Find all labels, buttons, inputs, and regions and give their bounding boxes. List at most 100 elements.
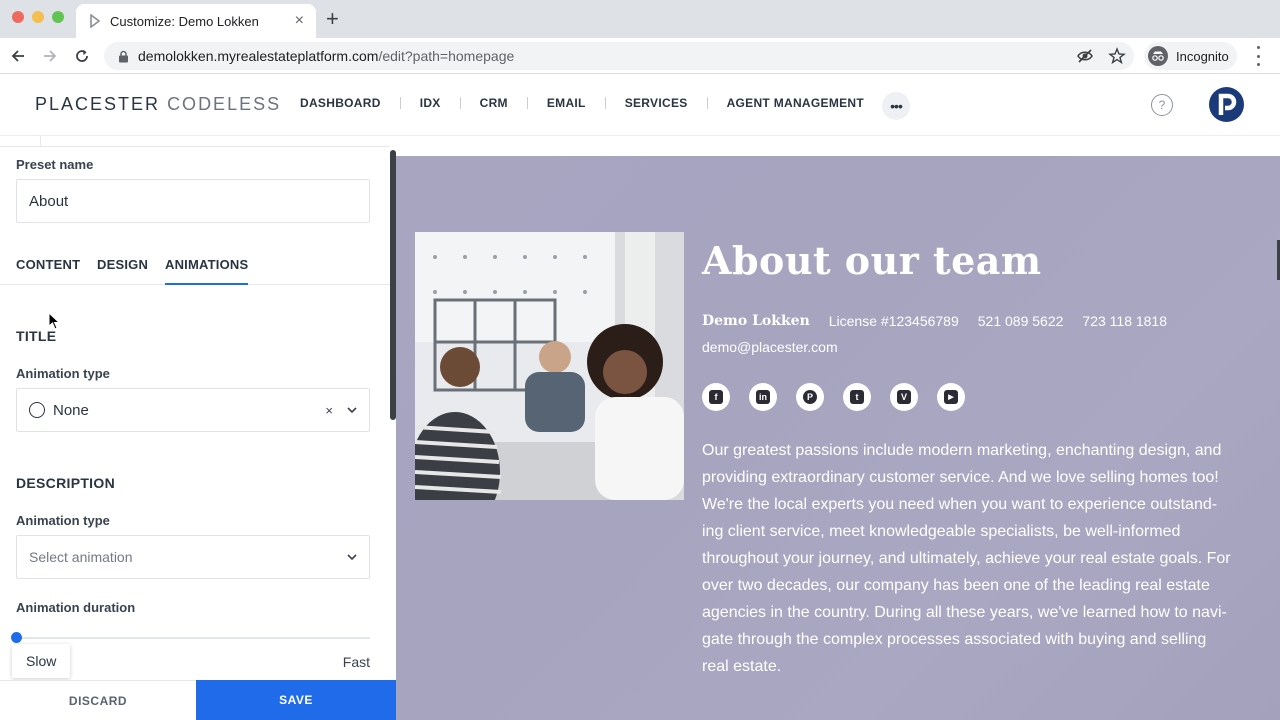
url-host: demolokken.myrealestateplatform.com: [138, 48, 379, 64]
tab-design[interactable]: DESIGN: [97, 257, 148, 272]
incognito-badge[interactable]: Incognito: [1144, 42, 1237, 70]
pinterest-icon[interactable]: P: [796, 383, 824, 411]
avatar[interactable]: [1209, 87, 1244, 122]
browser-toolbar: demolokken.myrealestateplatform.com/edit…: [0, 38, 1280, 74]
linkedin-glyph: in: [756, 390, 770, 404]
twitter-icon[interactable]: t: [843, 383, 871, 411]
bio-line: real estate.: [702, 658, 782, 675]
phone-1[interactable]: 521 089 5622: [978, 313, 1064, 329]
title-animation-select[interactable]: None ×: [16, 388, 370, 432]
placester-favicon-icon: [88, 14, 102, 28]
description-animation-placeholder: Select animation: [29, 549, 133, 565]
about-description[interactable]: Our greatest passions include modern mar…: [702, 437, 1262, 680]
twitter-glyph: t: [850, 390, 864, 404]
team-photo: [415, 232, 684, 500]
about-title[interactable]: About our team: [702, 238, 1042, 283]
settings-panel: Preset name About CONTENT DESIGN ANIMATI…: [0, 136, 396, 720]
youtube-icon[interactable]: ▶: [937, 383, 965, 411]
preset-name-label: Preset name: [16, 157, 94, 172]
linkedin-icon[interactable]: in: [749, 383, 777, 411]
agent-email[interactable]: demo@placester.com: [702, 339, 838, 355]
description-animation-select[interactable]: Select animation: [16, 535, 370, 579]
bio-line: throughout your journey, and ultimately,…: [702, 550, 1231, 567]
bio-line: over two decades, our company has been o…: [702, 577, 1210, 594]
bio-line: We're the local experts you need when yo…: [702, 496, 1218, 513]
chevron-down-icon: [347, 552, 357, 562]
preview-top-strip: [396, 136, 1280, 156]
forward-arrow-icon[interactable]: [38, 44, 62, 68]
title-animation-type-label: Animation type: [16, 366, 110, 381]
about-section[interactable]: About our team Demo Lokken License #1234…: [396, 156, 1280, 720]
placester-p-icon: [1218, 93, 1236, 115]
url-path: /edit?path=homepage: [378, 48, 515, 64]
animation-duration-slider[interactable]: [11, 632, 370, 643]
tab-animations[interactable]: ANIMATIONS: [165, 257, 249, 285]
slider-thumb[interactable]: [11, 632, 22, 643]
nav-services[interactable]: SERVICES: [625, 96, 688, 110]
nav-crm[interactable]: CRM: [480, 96, 508, 110]
none-circle-icon: [29, 402, 45, 418]
slow-label: Slow: [12, 644, 71, 678]
bookmark-star-icon[interactable]: [1108, 47, 1126, 70]
logo-light: CODELESS: [167, 94, 282, 114]
tab-close-icon[interactable]: ×: [295, 13, 304, 29]
nav-agent-management[interactable]: AGENT MANAGEMENT: [727, 96, 864, 110]
animation-duration-label: Animation duration: [16, 600, 136, 615]
clear-icon[interactable]: ×: [325, 403, 333, 418]
bio-line: Our greatest passions include modern mar…: [702, 442, 1222, 459]
eye-slash-icon[interactable]: [1076, 47, 1094, 70]
panel-tabs: CONTENT DESIGN ANIMATIONS: [0, 254, 390, 285]
help-icon[interactable]: ?: [1151, 94, 1173, 116]
preset-name-input[interactable]: About: [16, 179, 370, 223]
phone-2[interactable]: 723 118 1818: [1082, 313, 1167, 329]
chevron-down-icon: [347, 405, 357, 415]
site-preview: About our team Demo Lokken License #1234…: [396, 136, 1280, 720]
placester-logo[interactable]: PLACESTER CODELESS: [35, 94, 281, 115]
browser-tab[interactable]: Customize: Demo Lokken ×: [76, 4, 316, 38]
nav-dashboard[interactable]: DASHBOARD: [300, 96, 381, 110]
maximize-window-button[interactable]: [52, 11, 64, 23]
social-links: f in P t V ▶: [702, 383, 965, 411]
tab-content[interactable]: CONTENT: [16, 257, 80, 272]
nav-email[interactable]: EMAIL: [547, 96, 586, 110]
bio-line: providing extraordinary customer service…: [702, 469, 1219, 486]
description-animation-type-label: Animation type: [16, 513, 110, 528]
close-window-button[interactable]: [12, 11, 24, 23]
bio-line: ing client service, meet knowledgeable s…: [702, 523, 1181, 540]
browser-menu-icon[interactable]: [1254, 46, 1262, 66]
app-header: PLACESTER CODELESS DASHBOARD IDX CRM EMA…: [0, 74, 1280, 136]
vimeo-glyph: V: [897, 390, 911, 404]
logo-bold: PLACESTER: [35, 94, 161, 114]
save-button[interactable]: SAVE: [196, 680, 396, 720]
youtube-glyph: ▶: [944, 390, 958, 404]
facebook-glyph: f: [709, 390, 723, 404]
minimize-window-button[interactable]: [32, 11, 44, 23]
description-section-heading: DESCRIPTION: [16, 475, 115, 491]
agent-name: Demo Lokken: [702, 313, 810, 329]
title-section-heading: TITLE: [16, 328, 57, 344]
main-nav: DASHBOARD IDX CRM EMAIL SERVICES AGENT M…: [300, 96, 864, 110]
address-bar[interactable]: demolokken.myrealestateplatform.com/edit…: [104, 42, 1134, 70]
title-animation-value: None: [53, 401, 89, 419]
pinterest-glyph: P: [803, 390, 817, 404]
back-arrow-icon[interactable]: [6, 44, 30, 68]
license-number: License #123456789: [828, 313, 959, 329]
discard-button[interactable]: DISCARD: [0, 680, 196, 720]
facebook-icon[interactable]: f: [702, 383, 730, 411]
bio-line: agencies in the country. During all thes…: [702, 604, 1227, 621]
bio-line: gate through the complex processes assoc…: [702, 631, 1207, 648]
reload-icon[interactable]: [70, 44, 94, 68]
browser-titlebar: Customize: Demo Lokken × +: [0, 0, 1280, 38]
nav-idx[interactable]: IDX: [420, 96, 441, 110]
incognito-icon: [1148, 46, 1168, 66]
tab-title: Customize: Demo Lokken: [110, 13, 259, 29]
mouse-cursor-icon: [48, 312, 60, 330]
contact-line: Demo Lokken License #123456789 521 089 5…: [702, 313, 1167, 329]
new-tab-button[interactable]: +: [326, 8, 339, 30]
lock-icon: [116, 49, 130, 63]
vimeo-icon[interactable]: V: [890, 383, 918, 411]
url-text: demolokken.myrealestateplatform.com/edit…: [138, 48, 514, 64]
more-menu-button[interactable]: •••: [882, 92, 910, 120]
panel-footer: DISCARD SAVE: [0, 680, 396, 720]
fast-label: Fast: [342, 654, 370, 670]
